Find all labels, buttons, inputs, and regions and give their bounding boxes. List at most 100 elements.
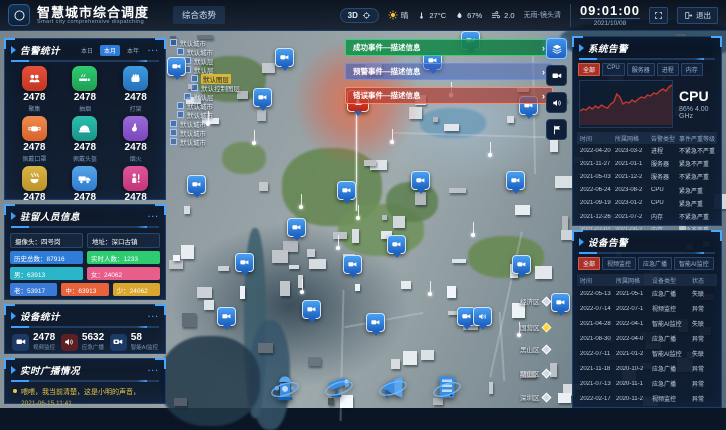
more-menu[interactable]: ··· [148,212,159,221]
filter-tab[interactable]: CPU [602,63,625,76]
layer-checkbox[interactable] [177,48,184,55]
layer-checkbox[interactable] [170,120,177,127]
layer-checkbox[interactable] [170,129,177,136]
map-marker-camera[interactable] [387,235,406,254]
table-row[interactable]: 2021-05-032021-12-2服务器不紧急严重 [577,170,717,183]
hydrant-icon[interactable] [266,368,304,406]
exit-button[interactable]: 退出 [677,7,718,24]
alarm-card[interactable]: 2478打架 [110,66,161,113]
layers-icon[interactable] [546,38,567,59]
table-row[interactable]: 2022-06-242023-08-2CPU紧急严重 [577,184,717,197]
map-marker-camera[interactable] [551,293,570,312]
layer-checkbox[interactable] [177,102,184,109]
map-marker-camera[interactable] [337,181,356,200]
table-row[interactable]: 2021-04-282022-04-1智能AI监控失联 [577,316,717,331]
table-row[interactable]: 2022-02-172020-11-2视频监控异常 [577,391,717,406]
map-marker-camera[interactable] [287,218,306,237]
layer-checkbox[interactable] [170,138,177,145]
filter-tab[interactable]: 全部 [578,257,600,270]
layer-tree-item[interactable]: 默认层 [184,65,290,74]
alarm-card[interactable]: 2478聚集 [9,66,60,113]
map-marker-camera[interactable] [235,253,254,272]
chevron-right-icon[interactable]: › [542,91,545,101]
alarm-count: 2478 [125,143,147,153]
table-row[interactable]: 2022-04-202023-03-2进程不紧急不严重 [577,144,717,157]
map-marker-camera[interactable] [512,255,531,274]
toast-warning[interactable]: 预警事件—描述信息› [345,63,553,80]
map-marker-camera[interactable] [167,57,186,76]
table-cell: 2021-08-30 [577,336,613,342]
chevron-right-icon[interactable]: › [542,67,545,77]
flag-icon[interactable] [546,119,567,140]
tab-overview[interactable]: 综合态势 [173,6,225,24]
server-icon[interactable] [428,368,466,406]
device-stat[interactable]: 58智能AI监控 [110,333,158,351]
app-subtitle: Smart city comprehensive dispatching [37,19,149,25]
speaker-icon[interactable] [546,92,567,113]
alarm-range-tab[interactable]: 本月 [100,45,120,56]
layer-checkbox[interactable] [184,93,191,100]
map-poi-dot [517,333,521,337]
map-marker-camera[interactable] [411,171,430,190]
table-cell: CPU [648,200,676,206]
map-marker-camera[interactable] [217,307,236,326]
layer-checkbox[interactable] [191,84,198,91]
filter-tab[interactable]: 进程 [657,63,679,76]
app-title: 智慧城市综合调度 [37,6,149,19]
layer-checkbox[interactable] [170,39,177,46]
map-marker-camera[interactable] [253,88,272,107]
table-row[interactable]: 2021-08-302022-04-0应急广播异常 [577,331,717,346]
district-label: 国营区 [520,322,550,332]
alarm-range-tab[interactable]: 本年 [123,45,143,56]
table-row[interactable]: 2021-12-262021-07-2内存不紧急严重 [577,210,717,223]
cctv-icon[interactable] [320,368,358,406]
table-row[interactable]: 2021-11-182020-10-2应急广播异常 [577,361,717,376]
chevron-right-icon[interactable]: › [542,43,545,53]
filter-tab[interactable]: 智能AI监控 [674,257,714,270]
table-cell: 失联 [689,289,715,298]
filter-tab[interactable]: 全部 [578,63,600,76]
table-cell: 异常 [689,334,715,343]
device-stat[interactable]: 2478视频监控 [12,333,55,351]
view-mode-toggle[interactable]: 3D [340,8,379,23]
layer-checkbox[interactable] [191,75,198,82]
megaphone-icon[interactable] [374,368,412,406]
toast-success[interactable]: 成功事件—描述信息› [345,39,553,56]
map-marker-camera[interactable] [275,48,294,67]
map-marker-camera[interactable] [302,300,321,319]
table-row[interactable]: 2022-07-112021-01-2智能AI监控失联 [577,346,717,361]
table-row[interactable]: 2022-07-142022-07-1视频监控异常 [577,301,717,316]
alarm-card[interactable]: 2478佩戴头盔 [60,116,111,163]
filter-tab[interactable]: 视频监控 [602,257,636,270]
map-marker-camera[interactable] [366,313,385,332]
toast-error[interactable]: 错误事件—描述信息› [345,87,553,104]
map-marker-speaker[interactable] [473,307,492,326]
device-stat[interactable]: 5632应急广播 [61,333,104,351]
table-cell: 2021-05-1 [613,291,649,297]
more-menu[interactable]: ··· [148,46,159,55]
table-row[interactable]: 2021-11-272021-01-1服务器紧急不严重 [577,157,717,170]
speaker-icon [61,334,78,351]
camera-icon[interactable] [546,65,567,86]
table-row[interactable]: 2021-07-132020-11-1应急广播异常 [577,376,717,391]
alarm-card[interactable]: 2478抽烟 [60,66,111,113]
alarm-card[interactable]: 2478烟火 [110,116,161,163]
table-row[interactable]: 2022-05-132021-05-1应急广播失联 [577,286,717,301]
filter-tab[interactable]: 服务器 [627,63,655,76]
alarm-label: 佩戴口罩 [22,154,46,163]
more-menu[interactable]: ··· [148,312,159,321]
table-row[interactable]: 2021-09-192023-01-2CPU紧急严重 [577,197,717,210]
table-cell: 2021-09-19 [577,200,612,206]
map-marker-camera[interactable] [506,171,525,190]
fullscreen-button[interactable] [649,7,668,24]
layer-checkbox[interactable] [177,111,184,118]
map-marker-camera[interactable] [187,175,206,194]
layer-tree-item[interactable]: 默认城市 [170,137,290,146]
filter-tab[interactable]: 内存 [681,63,703,76]
alarm-range-tab[interactable]: 本日 [77,45,97,56]
more-menu[interactable]: ··· [148,366,159,375]
alarm-card[interactable]: 2478佩戴口罩 [9,116,60,163]
map-marker-camera[interactable] [343,255,362,274]
filter-tab[interactable]: 应急广播 [638,257,672,270]
table-cell: 服务器 [648,172,676,181]
